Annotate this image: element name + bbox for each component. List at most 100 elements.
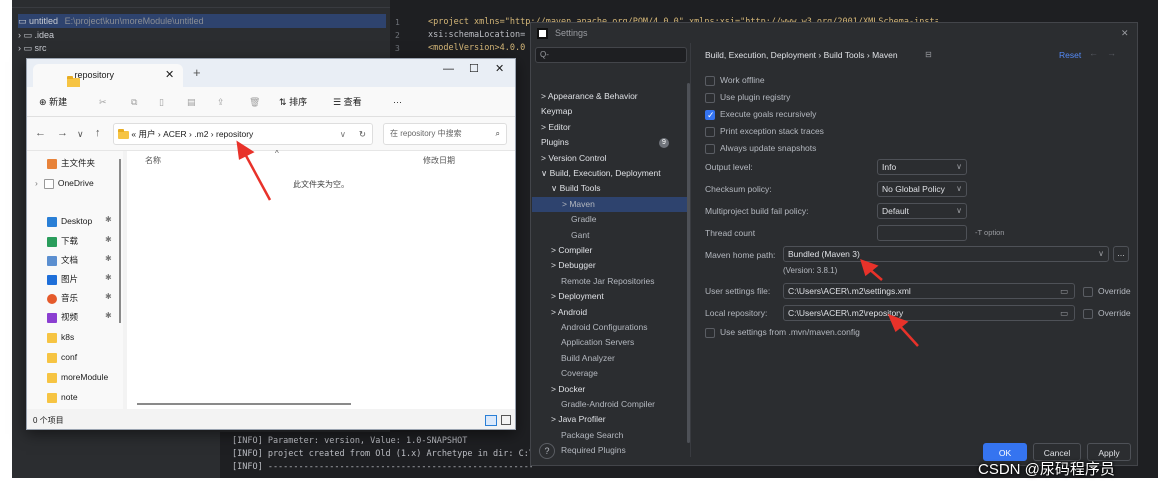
tiles-view-icon[interactable] [501,415,511,425]
more-button[interactable]: ··· [393,95,402,109]
forward-arrow-icon[interactable]: → [1107,48,1116,58]
paste-icon[interactable]: ▯ [159,95,164,109]
maven-home-select[interactable]: Bundled (Maven 3) ∨ [783,246,1109,262]
new-tab-icon[interactable]: + [193,65,201,80]
nav-item-moremodule[interactable]: moreModule [47,369,108,385]
update-snapshots-checkbox[interactable]: Always update snapshots [705,141,816,155]
settings-tree-item[interactable]: Package Search [531,428,623,443]
nav-item-pictures[interactable]: 图片 [47,271,78,287]
settings-tree-item[interactable]: > Version Control [531,151,606,166]
chevron-down-icon[interactable]: ∨ [340,124,346,144]
file-list-pane[interactable]: 名称 ^ 修改日期 此文件夹为空。 [127,149,515,409]
settings-tree-item[interactable]: Gant [531,228,589,243]
crumb-users[interactable]: 用户 [138,129,155,139]
settings-tree-item[interactable]: > Java Profiler [531,412,606,427]
back-arrow-icon[interactable]: ← [1089,48,1098,58]
settings-tree-item[interactable]: ∨ Build Tools [531,181,601,196]
close-tab-icon[interactable]: ✕ [165,64,174,87]
plugin-registry-checkbox[interactable]: Use plugin registry [705,90,790,104]
local-repo-override-checkbox[interactable]: Override [1083,306,1131,320]
up-icon[interactable]: ↑ [95,127,101,139]
output-level-select[interactable]: Info ∨ [877,159,967,175]
user-settings-override-checkbox[interactable]: Override [1083,284,1131,298]
forward-icon[interactable]: → [57,127,68,139]
maximize-icon[interactable]: ☐ [469,62,479,75]
search-input[interactable]: 在 repository 中搜索 ⌕ [383,123,507,145]
settings-tree-item[interactable]: > Debugger [531,258,596,273]
tree-item-src[interactable]: › ▭ src [18,41,47,55]
settings-tree-item[interactable]: Coverage [531,366,598,381]
code-line[interactable]: xsi:schemaLocation= [428,30,528,40]
settings-tree-item[interactable]: > Compiler [531,243,592,258]
column-header-modified[interactable]: 修改日期 [423,155,455,166]
settings-tree-item[interactable]: ∨ Build, Execution, Deployment [531,166,661,181]
nav-item-conf[interactable]: conf [47,349,77,365]
rename-icon[interactable]: ▤ [187,95,196,109]
settings-tree-item[interactable]: Build Analyzer [531,351,615,366]
fail-policy-select[interactable]: Default ∨ [877,203,967,219]
nav-item-documents[interactable]: 文档 [47,252,78,268]
close-window-icon[interactable]: ✕ [495,62,504,75]
thread-count-input[interactable] [877,225,967,241]
browse-button[interactable]: … [1113,246,1129,262]
settings-tree-item[interactable]: Plugins 9 [531,135,669,150]
settings-tree-item[interactable]: > Android [531,305,587,320]
mvn-config-checkbox[interactable]: Use settings from .mvn/maven.config [705,325,860,339]
recent-icon[interactable]: ∨ [77,129,84,140]
settings-tree-item[interactable]: > Maven [532,196,690,212]
folder-icon[interactable]: ▭ [1060,306,1068,320]
nav-item-downloads[interactable]: 下载 [47,233,78,249]
explorer-tab[interactable]: repository ✕ [33,64,183,88]
settings-tree-item[interactable]: Gradle-Android Compiler [531,397,655,412]
column-header-name[interactable]: 名称 [145,155,161,166]
nav-scrollbar[interactable] [119,159,121,323]
print-stack-traces-checkbox[interactable]: Print exception stack traces [705,124,824,138]
project-root[interactable]: ▭ untitled E:\project\kun\moreModule\unt… [18,14,386,28]
close-icon[interactable]: ✕ [1121,23,1129,43]
details-view-icon[interactable] [485,415,497,426]
nav-item-note[interactable]: note [47,389,78,405]
settings-search-input[interactable]: Q- [535,47,687,63]
code-line[interactable]: <modelVersion>4.0.0 [428,43,528,53]
nav-item-videos[interactable]: 视频 [47,309,78,325]
settings-tree-item[interactable]: Remote Jar Repositories [531,274,655,289]
settings-tree-item[interactable]: Application Servers [531,335,634,350]
crumb-m2[interactable]: .m2 [194,129,208,139]
tree-scrollbar[interactable] [687,83,690,443]
back-icon[interactable]: ← [35,127,46,139]
settings-tree-item[interactable]: > Appearance & Behavior [531,89,638,104]
sort-button[interactable]: ⇅ 排序 [279,95,307,109]
checksum-policy-select[interactable]: No Global Policy ∨ [877,181,967,197]
horizontal-scrollbar[interactable] [137,403,351,405]
delete-icon[interactable]: 🗑 [249,95,260,109]
minimize-icon[interactable]: — [443,63,454,75]
local-repo-input[interactable]: C:\Users\ACER\.m2\repository ▭ [783,305,1075,321]
settings-tree-item[interactable]: Gradle [531,212,597,227]
crumb-acer[interactable]: ACER [163,129,187,139]
reset-link[interactable]: Reset [1059,50,1081,60]
execute-recursively-checkbox[interactable]: Execute goals recursively [705,107,816,122]
settings-tree-item[interactable]: Keymap [531,104,572,119]
settings-tree-item[interactable]: > Editor [531,120,571,135]
user-settings-input[interactable]: C:\Users\ACER\.m2\settings.xml ▭ [783,283,1075,299]
view-button[interactable]: ☰ 查看 [333,95,362,109]
nav-item-home[interactable]: 主文件夹 [47,155,95,171]
help-button[interactable]: ? [539,443,555,459]
nav-item-k8s[interactable]: k8s [47,329,74,345]
share-icon[interactable]: ⇪ [217,95,225,109]
work-offline-checkbox[interactable]: Work offline [705,73,765,87]
address-bar[interactable]: « 用户 › ACER › .m2 › repository ∨ ↻ [113,123,373,145]
nav-item-desktop[interactable]: Desktop [47,213,92,229]
settings-tree-item[interactable]: > Docker [531,382,585,397]
crumb-repository[interactable]: repository [216,129,253,139]
settings-tree-item[interactable]: > Deployment [531,289,604,304]
folder-icon[interactable]: ▭ [1060,284,1068,298]
nav-item-music[interactable]: 音乐 [47,290,78,306]
copy-icon[interactable]: ⧉ [131,95,137,109]
cut-icon[interactable]: ✂ [99,95,107,109]
new-button[interactable]: ⊕ 新建 [39,95,67,109]
tree-item-idea[interactable]: › ▭ .idea [18,28,54,42]
settings-tree-item[interactable]: Android Configurations [531,320,647,335]
nav-item-onedrive[interactable]: › OneDrive [35,175,94,191]
refresh-icon[interactable]: ↻ [359,124,366,144]
